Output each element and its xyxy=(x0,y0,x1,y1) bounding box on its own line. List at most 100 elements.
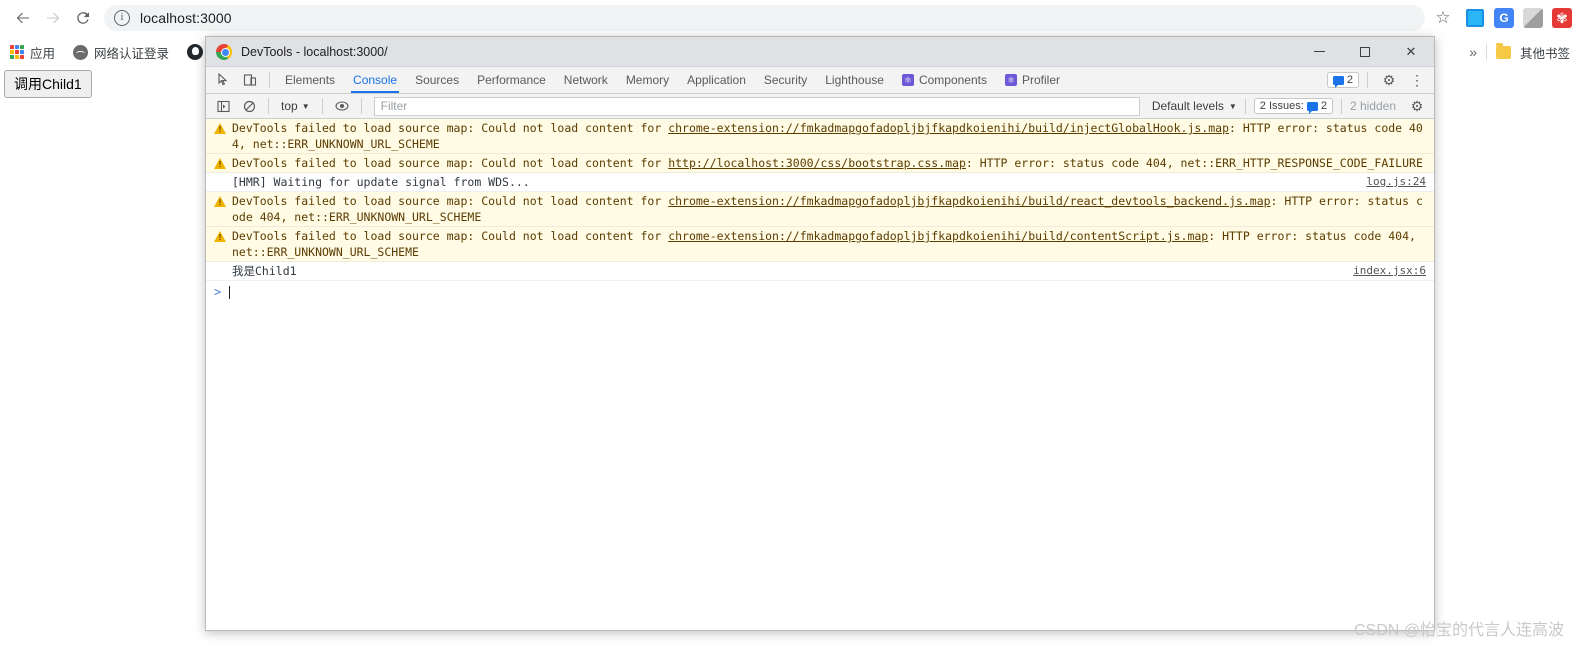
tab-console[interactable]: Console xyxy=(344,67,406,93)
warning-icon xyxy=(214,158,226,169)
chevron-down-icon: ▼ xyxy=(1228,101,1237,111)
bookmark-apps-label: 应用 xyxy=(30,46,56,61)
site-info-icon[interactable]: i xyxy=(114,10,130,26)
console-context-selector[interactable]: top ▼ xyxy=(275,99,316,113)
tab-components[interactable]: Components xyxy=(893,67,996,93)
tab-application[interactable]: Application xyxy=(678,67,755,93)
kebab-menu-icon[interactable]: ⋮ xyxy=(1404,68,1430,92)
warning-icon xyxy=(214,123,226,134)
tab-elements[interactable]: Elements xyxy=(276,67,344,93)
other-bookmarks-label[interactable]: 其他书签 xyxy=(1520,43,1570,62)
message-link[interactable]: chrome-extension://fmkadmapgofadopljbjfk… xyxy=(668,229,1208,243)
reload-icon[interactable] xyxy=(68,3,98,33)
screen-root: i localhost:3000 ☆ 应用 网络认证登录 xyxy=(0,0,1580,648)
github-icon xyxy=(187,44,204,60)
console-issues-badge[interactable]: 2 Issues: 2 xyxy=(1253,98,1333,114)
console-message-text: DevTools failed to load source map: Coul… xyxy=(232,193,1434,225)
tab-network[interactable]: Network xyxy=(555,67,617,93)
extension-icon-3[interactable] xyxy=(1523,8,1543,28)
tab-performance[interactable]: Performance xyxy=(468,67,555,93)
console-toolbar-divider xyxy=(268,98,269,114)
tabbar-issues-badge[interactable]: 2 xyxy=(1326,72,1359,88)
tab-memory[interactable]: Memory xyxy=(617,67,678,93)
live-expression-icon[interactable] xyxy=(329,94,355,118)
console-message-text: DevTools failed to load source map: Coul… xyxy=(232,228,1434,260)
maximize-button[interactable] xyxy=(1342,37,1388,67)
message-pre: DevTools failed to load source map: Coul… xyxy=(232,156,669,170)
console-prompt-row[interactable]: > xyxy=(206,281,1434,303)
tab-label: Memory xyxy=(625,73,670,87)
inspect-element-icon[interactable] xyxy=(211,68,237,92)
chevron-down-icon: ▼ xyxy=(301,101,310,111)
device-toolbar-icon[interactable] xyxy=(237,68,263,92)
react-icon xyxy=(1005,74,1017,86)
prompt-caret-icon: > xyxy=(214,285,222,299)
message-link[interactable]: chrome-extension://fmkadmapgofadopljbjfk… xyxy=(668,121,1229,135)
bookmarks-divider xyxy=(1485,44,1487,60)
message-post: : HTTP error: status code 404, net::ERR_… xyxy=(965,156,1423,170)
console-toolbar-divider-3 xyxy=(360,98,362,114)
csdn-watermark: CSDN @怡宝的代言人连高波 xyxy=(1353,622,1564,639)
console-filter-input[interactable] xyxy=(373,96,1140,116)
call-child1-button[interactable]: 调用Child1 xyxy=(4,70,92,98)
close-button[interactable]: ✕ xyxy=(1388,37,1434,67)
console-toolbar: top ▼ Default levels ▼ 2 Issues: 2 2 xyxy=(206,94,1434,119)
bookmark-item-github[interactable] xyxy=(187,44,204,60)
minimize-button[interactable] xyxy=(1296,37,1342,67)
console-message-text: [HMR] Waiting for update signal from WDS… xyxy=(232,175,530,189)
folder-icon xyxy=(1495,43,1511,59)
extensions-tray xyxy=(1465,8,1572,28)
console-message-row[interactable]: 我是Child1 index.jsx:6 xyxy=(206,262,1434,281)
address-bar[interactable]: i localhost:3000 xyxy=(104,5,1425,31)
bookmarks-overflow-icon[interactable]: » xyxy=(1469,44,1477,60)
console-message-list[interactable]: DevTools failed to load source map: Coul… xyxy=(206,119,1434,630)
console-message-row[interactable]: DevTools failed to load source map: Coul… xyxy=(206,227,1434,262)
message-bubble-icon xyxy=(1332,75,1344,88)
bookmark-apps[interactable]: 应用 xyxy=(10,43,55,62)
tab-lighthouse[interactable]: Lighthouse xyxy=(816,67,893,93)
tab-label: Network xyxy=(563,73,608,87)
forward-icon[interactable] xyxy=(38,3,68,33)
tab-profiler[interactable]: Profiler xyxy=(996,67,1069,93)
console-message-text: 我是Child1 xyxy=(232,264,297,278)
bookmark-item-network-login[interactable]: 网络认证登录 xyxy=(73,43,169,62)
console-context-label: top xyxy=(281,99,298,113)
tab-sources[interactable]: Sources xyxy=(406,67,468,93)
levels-label: Default levels xyxy=(1151,99,1224,113)
tab-label: Lighthouse xyxy=(825,73,884,87)
tab-label: Sources xyxy=(415,73,460,87)
console-levels-dropdown[interactable]: Default levels ▼ xyxy=(1144,99,1245,113)
filter-text-field[interactable] xyxy=(380,99,1133,113)
message-link[interactable]: chrome-extension://fmkadmapgofadopljbjfk… xyxy=(668,194,1270,208)
tabbar-divider xyxy=(269,72,270,88)
warning-icon xyxy=(214,196,226,207)
globe-icon xyxy=(73,44,89,60)
console-message-row[interactable]: DevTools failed to load source map: Coul… xyxy=(206,154,1434,173)
message-bubble-icon xyxy=(1306,101,1318,114)
tab-label: Performance xyxy=(477,73,546,87)
tabbar-right-actions: 2 ⚙ ⋮ xyxy=(1326,68,1434,92)
console-settings-gear-icon[interactable]: ⚙ xyxy=(1404,94,1430,118)
devtools-tab-bar: Elements Console Sources Performance Net… xyxy=(206,67,1434,94)
extension-icon-2[interactable] xyxy=(1494,8,1514,28)
clear-console-icon[interactable] xyxy=(236,94,262,118)
console-message-row[interactable]: DevTools failed to load source map: Coul… xyxy=(206,119,1434,154)
console-message-row[interactable]: [HMR] Waiting for update signal from WDS… xyxy=(206,173,1434,192)
message-pre: DevTools failed to load source map: Coul… xyxy=(232,121,669,135)
message-source-link[interactable]: index.jsx:6 xyxy=(1353,264,1426,277)
tabbar-divider-2 xyxy=(1367,72,1368,88)
gear-icon[interactable]: ⚙ xyxy=(1376,68,1402,92)
message-pre: DevTools failed to load source map: Coul… xyxy=(232,194,669,208)
console-message-row[interactable]: DevTools failed to load source map: Coul… xyxy=(206,192,1434,227)
chrome-logo-icon xyxy=(216,43,232,60)
tab-security[interactable]: Security xyxy=(755,67,816,93)
back-icon[interactable] xyxy=(8,3,38,33)
message-source-link[interactable]: log.js:24 xyxy=(1366,175,1426,188)
extension-icon-1[interactable] xyxy=(1465,8,1485,28)
console-sidebar-toggle-icon[interactable] xyxy=(210,94,236,118)
warning-icon xyxy=(214,231,226,242)
devtools-titlebar[interactable]: DevTools - localhost:3000/ ✕ xyxy=(206,37,1434,67)
bookmark-star-icon[interactable]: ☆ xyxy=(1429,4,1457,32)
extension-icon-4[interactable] xyxy=(1552,8,1572,28)
message-link[interactable]: http://localhost:3000/css/bootstrap.css.… xyxy=(668,156,966,170)
